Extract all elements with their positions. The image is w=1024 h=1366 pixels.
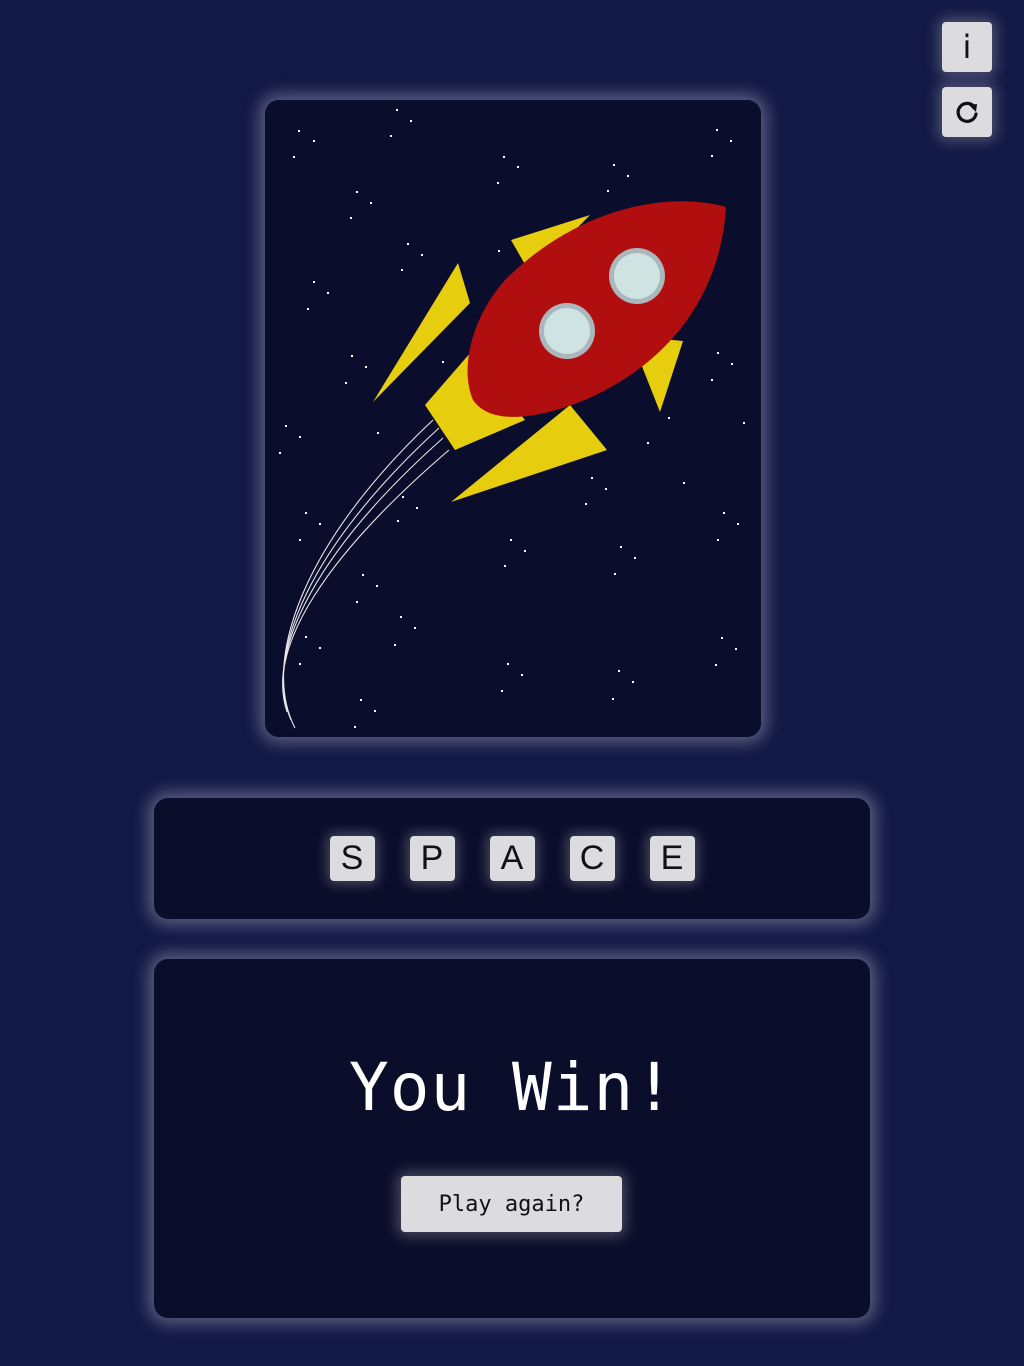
- star: [605, 488, 607, 490]
- star: [397, 520, 399, 522]
- info-icon: i: [962, 28, 972, 66]
- star: [365, 366, 367, 368]
- star: [402, 496, 404, 498]
- result-panel: You Win! Play again?: [154, 959, 870, 1318]
- star: [730, 140, 732, 142]
- star: [731, 363, 733, 365]
- star: [683, 482, 685, 484]
- star: [504, 565, 506, 567]
- star: [377, 432, 379, 434]
- star: [319, 647, 321, 649]
- star: [715, 664, 717, 666]
- star: [717, 352, 719, 354]
- star: [394, 644, 396, 646]
- star: [370, 202, 372, 204]
- star: [299, 436, 301, 438]
- star: [362, 574, 364, 576]
- word-panel: S P A C E: [154, 798, 870, 919]
- star: [498, 250, 500, 252]
- star: [614, 573, 616, 575]
- star: [313, 281, 315, 283]
- star: [612, 698, 614, 700]
- star: [354, 726, 356, 728]
- star: [634, 557, 636, 559]
- star: [351, 355, 353, 357]
- star: [524, 550, 526, 552]
- star: [421, 254, 423, 256]
- star: [711, 379, 713, 381]
- star: [400, 616, 402, 618]
- star: [319, 523, 321, 525]
- star: [416, 507, 418, 509]
- star: [743, 422, 745, 424]
- letter-tile: E: [649, 836, 695, 881]
- star: [327, 292, 329, 294]
- star: [517, 166, 519, 168]
- star: [374, 710, 376, 712]
- star: [618, 670, 620, 672]
- restart-button[interactable]: [942, 87, 992, 137]
- star: [410, 120, 412, 122]
- result-message: You Win!: [349, 1049, 675, 1126]
- star: [293, 156, 295, 158]
- star: [723, 512, 725, 514]
- star: [298, 130, 300, 132]
- star: [585, 503, 587, 505]
- star: [390, 135, 392, 137]
- star: [632, 681, 634, 683]
- star: [716, 129, 718, 131]
- star: [717, 539, 719, 541]
- letter-tile: P: [409, 836, 455, 881]
- star: [668, 417, 670, 419]
- letter-tile: S: [329, 836, 375, 881]
- star: [299, 663, 301, 665]
- star: [442, 361, 444, 363]
- star: [313, 140, 315, 142]
- star: [647, 442, 649, 444]
- star: [407, 243, 409, 245]
- star: [711, 155, 713, 157]
- star: [285, 425, 287, 427]
- star: [591, 477, 593, 479]
- star: [376, 585, 378, 587]
- star: [737, 523, 739, 525]
- star: [305, 636, 307, 638]
- star: [735, 648, 737, 650]
- info-button[interactable]: i: [942, 22, 992, 72]
- star: [279, 452, 281, 454]
- star: [305, 512, 307, 514]
- star: [503, 156, 505, 158]
- star: [356, 601, 358, 603]
- picture-card: [265, 100, 761, 737]
- letter-tile: C: [569, 836, 615, 881]
- star: [721, 637, 723, 639]
- star: [401, 269, 403, 271]
- refresh-icon: [956, 101, 978, 123]
- star: [396, 109, 398, 111]
- star: [345, 382, 347, 384]
- star: [414, 627, 416, 629]
- letter-tile: A: [489, 836, 535, 881]
- star: [607, 190, 609, 192]
- star: [307, 308, 309, 310]
- star: [507, 663, 509, 665]
- letter-tiles: S P A C E: [329, 836, 695, 881]
- rocket-illustration: [265, 100, 761, 737]
- star: [356, 191, 358, 193]
- star: [510, 539, 512, 541]
- star: [350, 217, 352, 219]
- star: [521, 674, 523, 676]
- star: [360, 699, 362, 701]
- star: [299, 539, 301, 541]
- star: [620, 546, 622, 548]
- star: [497, 182, 499, 184]
- star: [627, 175, 629, 177]
- star: [501, 690, 503, 692]
- play-again-button[interactable]: Play again?: [401, 1176, 622, 1232]
- star: [613, 164, 615, 166]
